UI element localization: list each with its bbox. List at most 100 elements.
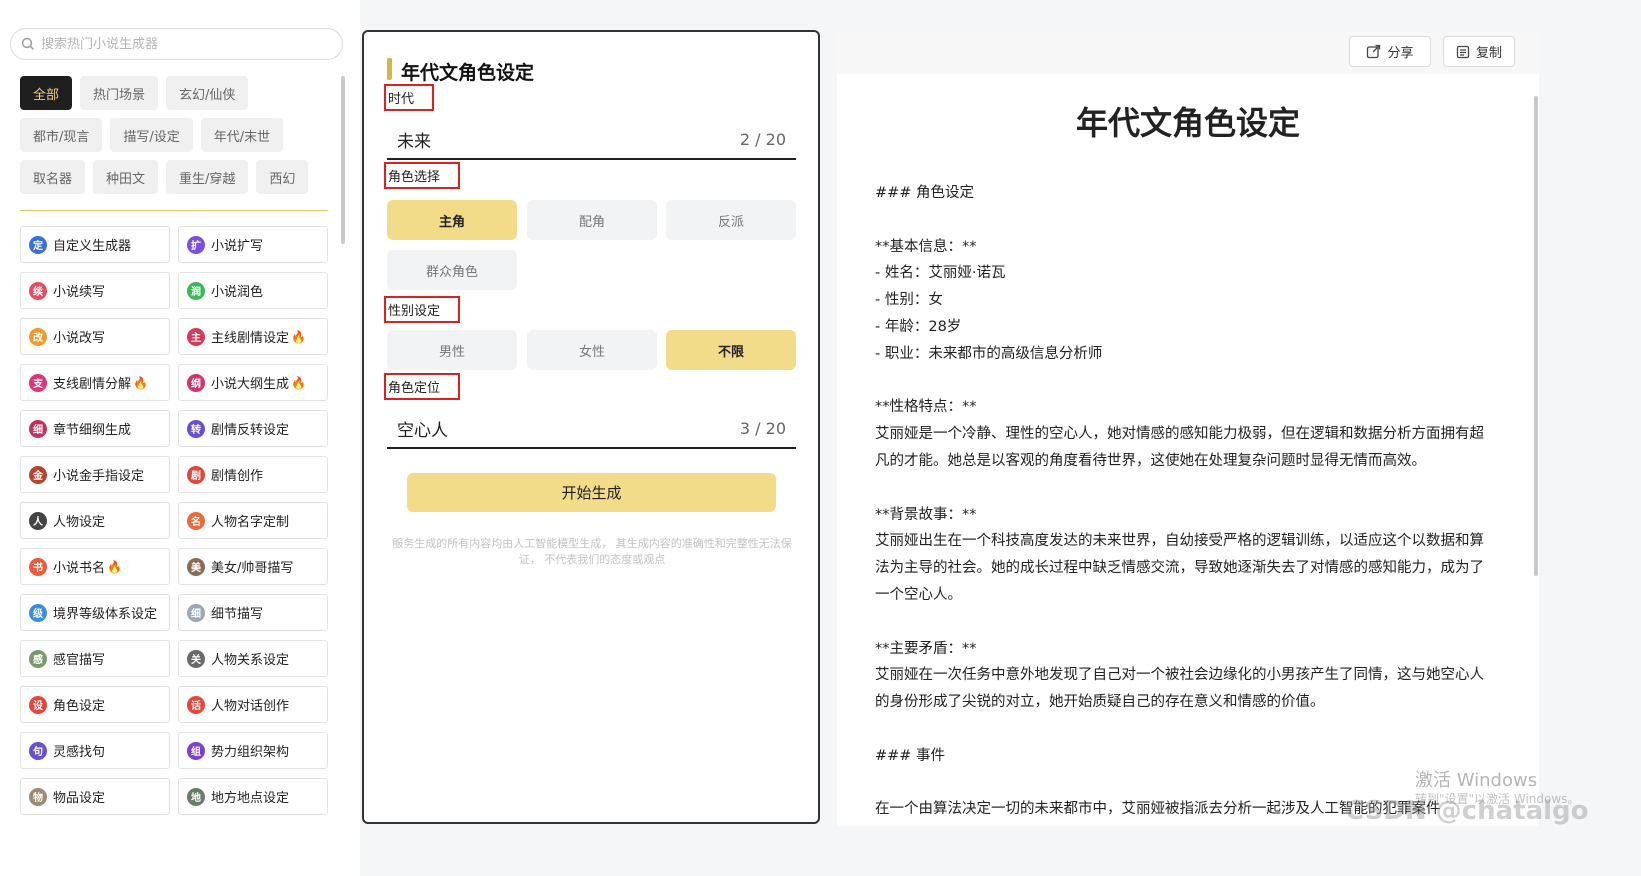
era-char-count: 2 / 20 <box>739 129 786 149</box>
tool-label: 地方地点设定 <box>211 791 290 806</box>
share-icon <box>1366 44 1381 59</box>
role-option-protagonist[interactable]: 主角 <box>387 200 517 240</box>
tool-label: 人物对话创作 <box>211 699 290 714</box>
result-line: 艾丽娅是一个冷静、理性的空心人，她对情感的感知能力极弱，但在逻辑和数据分析方面拥… <box>875 426 1484 469</box>
search-box[interactable] <box>10 28 343 60</box>
tool-item[interactable]: 定自定义生成器 <box>20 226 170 263</box>
era-value: 未来 <box>397 131 431 152</box>
result-scrollbar[interactable] <box>1534 96 1538 576</box>
result-line: ### 角色设定 <box>875 185 975 201</box>
gender-option-female[interactable]: 女性 <box>527 330 657 370</box>
category-tab[interactable]: 取名器 <box>20 160 86 194</box>
magnifier-icon: 细 <box>187 603 205 622</box>
tool-label: 自定义生成器 <box>53 239 132 254</box>
result-line: - 性别：女 <box>875 292 943 309</box>
era-input[interactable]: 未来 2 / 20 <box>387 120 796 160</box>
sidebar: 全部热门场景玄幻/仙侠都市/现言描写/设定年代/末世取名器种田文重生/穿越西幻 … <box>0 0 360 876</box>
sidebar-scrollbar[interactable] <box>341 76 345 244</box>
category-tab[interactable]: 热门场景 <box>80 76 159 110</box>
hot-fire-icon: 🔥 <box>133 375 148 390</box>
form-title: 年代文角色设定 <box>401 62 535 84</box>
tool-item[interactable]: 转剧情反转设定 <box>178 410 328 447</box>
tool-label: 物品设定 <box>53 791 106 806</box>
copy-button[interactable]: 复制 <box>1443 36 1515 67</box>
position-char-count: 3 / 20 <box>739 418 786 438</box>
dialogue-icon: 话 <box>187 695 205 714</box>
tool-item[interactable]: 细章节细纲生成 <box>20 410 170 447</box>
tool-label: 小说润色 <box>211 285 264 300</box>
tool-item[interactable]: 设角色设定 <box>20 686 170 723</box>
category-tab[interactable]: 重生/穿越 <box>166 160 249 194</box>
category-tab[interactable]: 西幻 <box>256 160 309 194</box>
gender-option-any[interactable]: 不限 <box>666 330 796 370</box>
category-tab[interactable]: 种田文 <box>93 160 159 194</box>
result-content: ### 角色设定 **基本信息：** - 姓名：艾丽娅·诺瓦 - 性别：女 - 年龄：2… <box>875 180 1491 823</box>
rewrite-icon: 改 <box>29 327 47 346</box>
position-label: 角色定位 <box>384 373 461 400</box>
tool-item[interactable]: 主主线剧情设定 🔥 <box>178 318 328 355</box>
category-tab[interactable]: 都市/现言 <box>20 118 103 152</box>
role-option-crowd[interactable]: 群众角色 <box>387 250 517 290</box>
generate-button[interactable]: 开始生成 <box>407 473 776 512</box>
name-icon: 名 <box>187 511 205 530</box>
result-line: - 年龄：28岁 <box>875 318 962 335</box>
result-panel: 分享 复制 年代文角色设定 ### 角色设定 **基本信息：** - 姓名：艾丽娅·… <box>837 30 1539 826</box>
category-tab[interactable]: 年代/末世 <box>200 118 284 152</box>
era-label: 时代 <box>384 84 435 111</box>
tool-label: 角色设定 <box>53 699 106 714</box>
tool-item[interactable]: 组势力组织架构 <box>178 732 328 769</box>
tool-item[interactable]: 美美女/帅哥描写 <box>178 548 328 585</box>
tool-item[interactable]: 句灵感找句 <box>20 732 170 769</box>
tool-label: 章节细纲生成 <box>53 423 132 438</box>
tool-item[interactable]: 扩小说扩写 <box>178 226 328 263</box>
result-title: 年代文角色设定 <box>1075 104 1300 142</box>
tool-item[interactable]: 支支线剧情分解 🔥 <box>20 364 170 401</box>
search-input[interactable] <box>41 36 331 52</box>
main-plot-icon: 主 <box>187 327 205 346</box>
tool-item[interactable]: 金小说金手指设定 <box>20 456 170 493</box>
polish-icon: 润 <box>187 281 205 300</box>
role-option-supporting[interactable]: 配角 <box>527 200 657 240</box>
senses-icon: 感 <box>29 649 47 668</box>
tool-label: 主线剧情设定 <box>211 331 290 346</box>
category-tab[interactable]: 全部 <box>20 76 73 110</box>
outline-icon: 纲 <box>187 373 205 392</box>
role-option-villain[interactable]: 反派 <box>666 200 796 240</box>
tool-item[interactable]: 改小说改写 <box>20 318 170 355</box>
tool-item[interactable]: 书小说书名 🔥 <box>20 548 170 585</box>
tool-item[interactable]: 地地方地点设定 <box>178 778 328 815</box>
category-tab[interactable]: 描写/设定 <box>110 118 193 152</box>
tool-item[interactable]: 纲小说大纲生成 🔥 <box>178 364 328 401</box>
tool-item[interactable]: 关人物关系设定 <box>178 640 328 677</box>
tool-item[interactable]: 续小说续写 <box>20 272 170 309</box>
hot-fire-icon: 🔥 <box>107 559 122 574</box>
tool-item[interactable]: 剧剧情创作 <box>178 456 328 493</box>
tool-item[interactable]: 话人物对话创作 <box>178 686 328 723</box>
tool-item[interactable]: 级境界等级体系设定 <box>20 594 170 631</box>
search-icon <box>21 37 35 51</box>
tool-list: 定自定义生成器扩小说扩写续小说续写润小说润色改小说改写主主线剧情设定 🔥 支支线剧情… <box>20 226 330 815</box>
result-line <box>875 716 1491 743</box>
result-line: 艾丽娅出生在一个科技高度发达的未来世界，自幼接受严格的逻辑训练，以适应这个以数据… <box>875 533 1484 603</box>
tool-item[interactable]: 名人物名字定制 <box>178 502 328 539</box>
level-icon: 级 <box>29 603 47 622</box>
result-line <box>875 770 1491 797</box>
tool-item[interactable]: 感感官描写 <box>20 640 170 677</box>
tool-label: 小说金手指设定 <box>53 469 145 484</box>
tool-label: 小说续写 <box>53 285 106 300</box>
character-avatar-icon: 人 <box>29 511 47 530</box>
tool-label: 人物设定 <box>53 515 106 530</box>
tool-item[interactable]: 细细节描写 <box>178 594 328 631</box>
tool-item[interactable]: 润小说润色 <box>178 272 328 309</box>
share-button[interactable]: 分享 <box>1349 36 1431 67</box>
gender-option-male[interactable]: 男性 <box>387 330 517 370</box>
category-tabs: 全部 热门场景 玄幻/仙侠都市/现言 描写/设定 年代/末世取名器 种田文 重生/穿越 西幻 <box>20 76 330 194</box>
windows-activation-watermark: 激活 Windows <box>1415 770 1538 791</box>
position-value: 空心人 <box>397 420 448 441</box>
category-tab[interactable]: 玄幻/仙侠 <box>166 76 249 110</box>
tool-item[interactable]: 物物品设定 <box>20 778 170 815</box>
position-input[interactable]: 空心人 3 / 20 <box>387 409 796 449</box>
hot-fire-icon: 🔥 <box>291 375 306 390</box>
tool-item[interactable]: 人人物设定 <box>20 502 170 539</box>
tool-label: 小说扩写 <box>211 239 264 254</box>
